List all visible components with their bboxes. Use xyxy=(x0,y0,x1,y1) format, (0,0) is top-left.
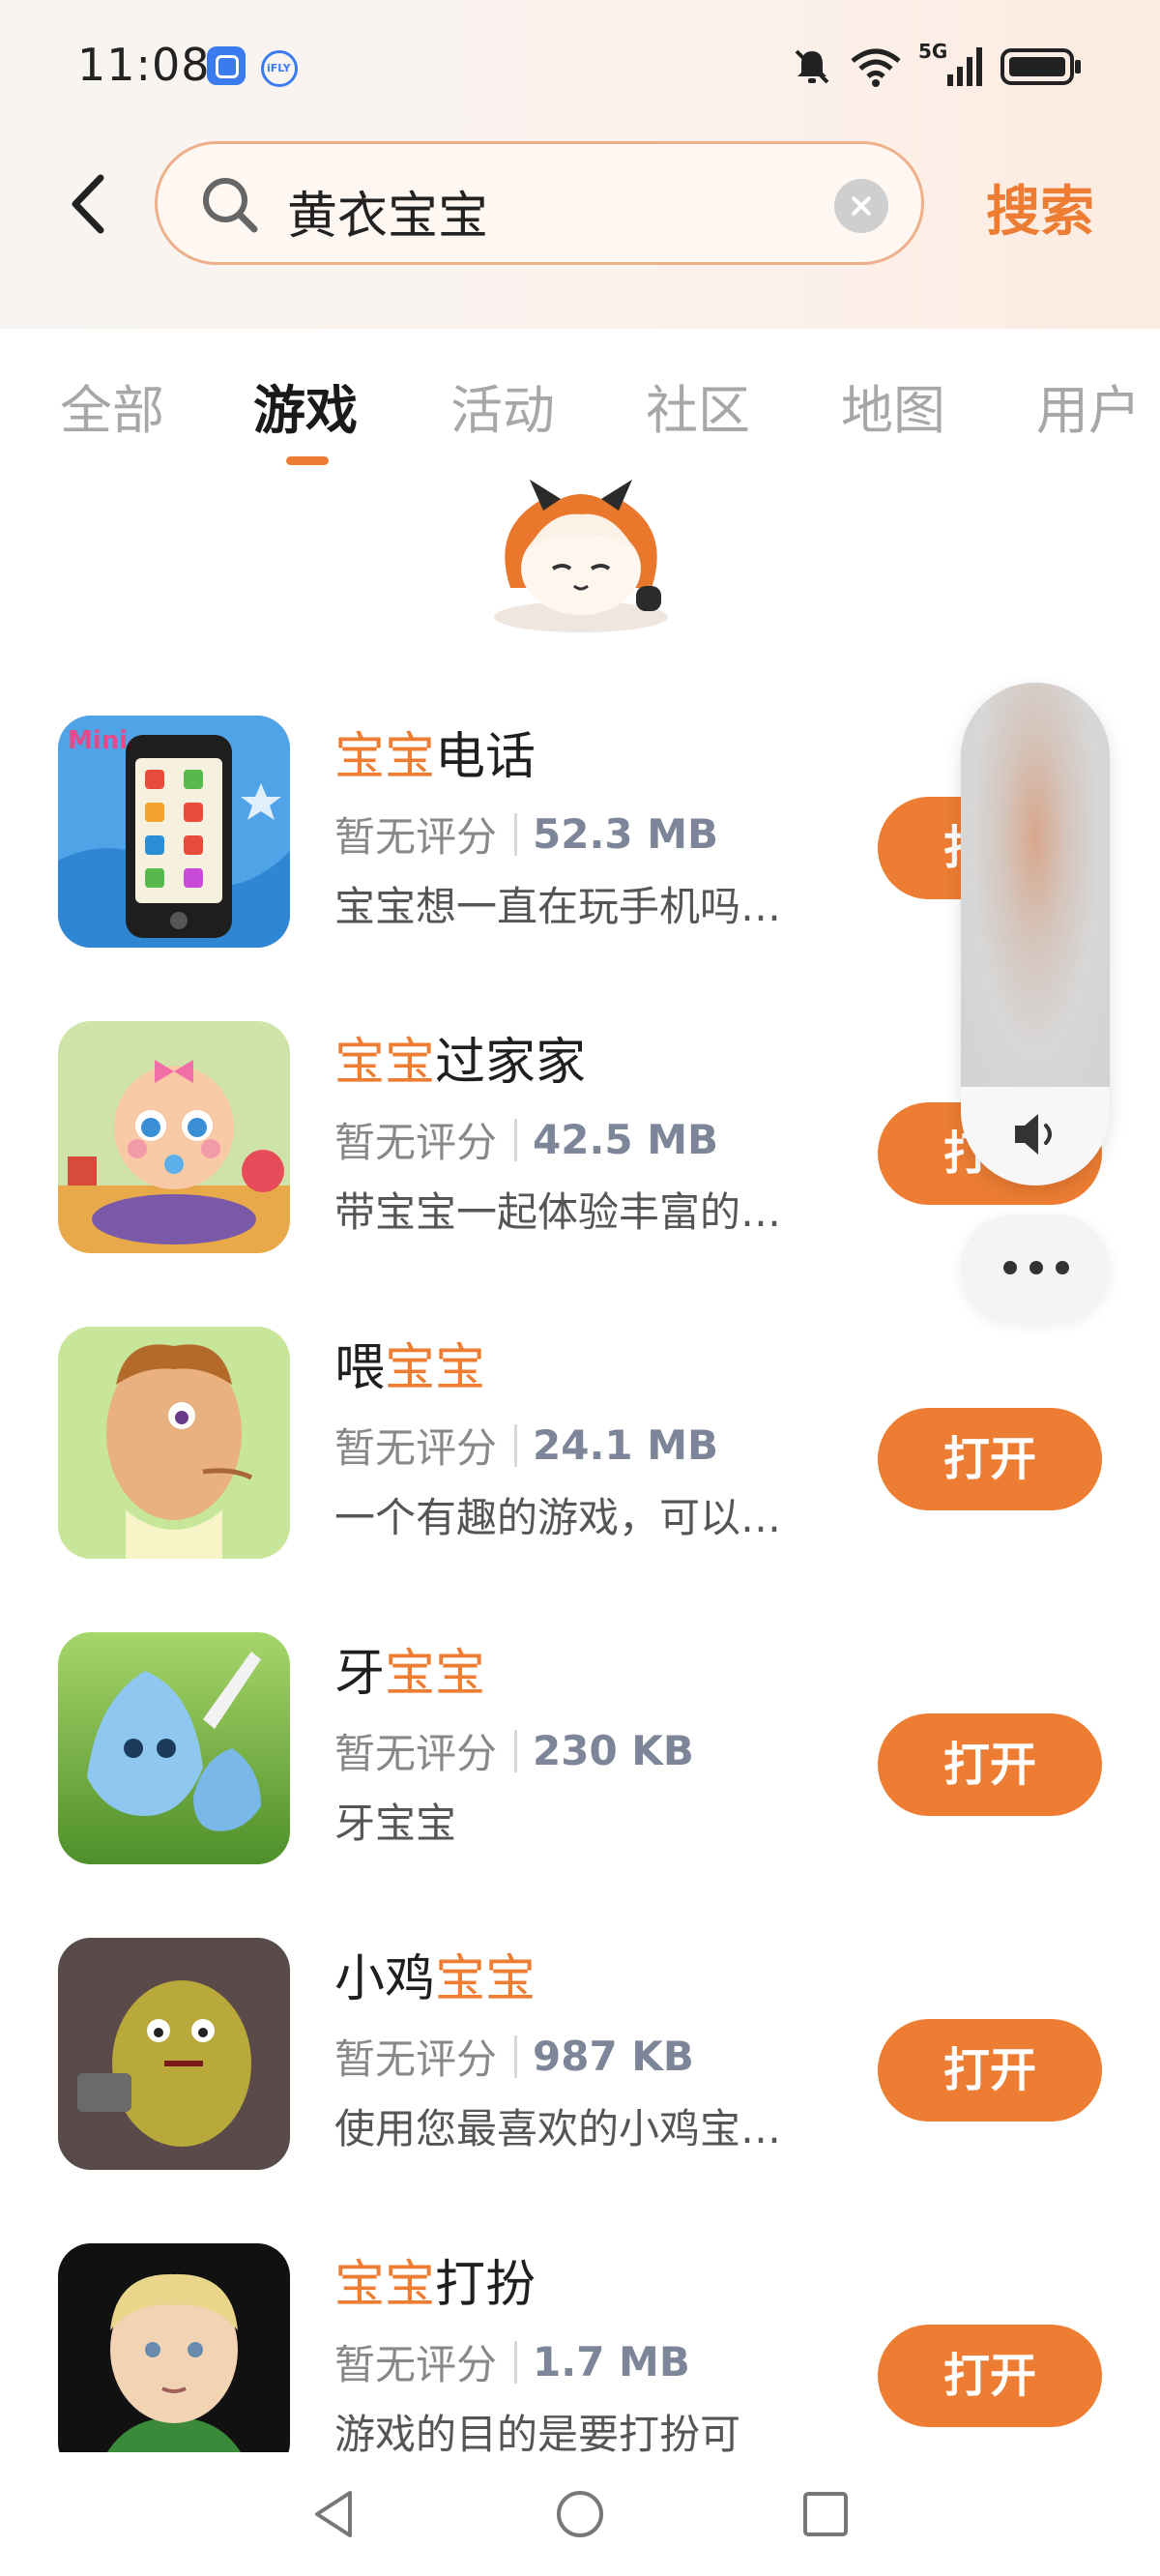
title-highlight: 宝宝 xyxy=(385,1645,486,1703)
tab-games[interactable]: 游戏 xyxy=(253,367,358,444)
meta-divider xyxy=(514,812,518,856)
title-highlight: 宝宝 xyxy=(334,1034,436,1092)
open-button[interactable]: 打开 xyxy=(878,1408,1102,1510)
ifly-label: iFLY xyxy=(267,62,291,74)
rating-text: 暂无评分 xyxy=(334,2341,498,2388)
active-tab-indicator xyxy=(286,456,329,465)
category-tabs: 全部 游戏 活动 社区 地图 用户 xyxy=(0,358,1160,464)
open-button[interactable]: 打开 xyxy=(878,2325,1102,2427)
speaker-icon[interactable] xyxy=(1005,1104,1065,1164)
volume-level-fill xyxy=(961,683,1110,1089)
nav-back-icon[interactable] xyxy=(307,2487,362,2541)
back-arrow-icon[interactable] xyxy=(64,170,112,238)
more-options-button[interactable] xyxy=(961,1215,1110,1321)
app-meta: 暂无评分 1.7 MB xyxy=(334,2332,690,2391)
app-meta: 暂无评分 24.1 MB xyxy=(334,1416,718,1475)
boy-avatar-icon xyxy=(58,2243,290,2475)
rating-text: 暂无评分 xyxy=(334,1119,498,1166)
app-description: 宝宝想一直在玩手机吗… xyxy=(334,883,782,930)
app-title: 宝宝电话 xyxy=(334,716,536,788)
app-title: 宝宝过家家 xyxy=(334,1021,586,1094)
meta-divider xyxy=(514,1729,518,1772)
app-meta: 暂无评分 987 KB xyxy=(334,2027,694,2086)
meta-divider xyxy=(514,1118,518,1161)
app-title: 宝宝打扮 xyxy=(334,2243,536,2316)
size-text: 230 KB xyxy=(533,1727,694,1774)
list-item[interactable]: 牙宝宝 暂无评分 230 KB 牙宝宝 打开 xyxy=(0,1632,1160,1938)
phone-toy-icon: Mini xyxy=(58,716,290,948)
app-description: 一个有趣的游戏，可以… xyxy=(334,1494,782,1541)
search-icon xyxy=(203,178,258,233)
app-description: 使用您最喜欢的小鸡宝… xyxy=(334,2105,782,2152)
status-bar: 11:08 iFLY 5G xyxy=(0,0,1160,135)
app-meta: 暂无评分 230 KB xyxy=(334,1721,694,1780)
size-text: 42.5 MB xyxy=(533,1116,719,1163)
title-prefix: 喂 xyxy=(334,1339,386,1397)
open-button[interactable]: 打开 xyxy=(878,2019,1102,2122)
size-text: 1.7 MB xyxy=(533,2338,690,2386)
size-text: 24.1 MB xyxy=(533,1421,719,1469)
title-rest: 过家家 xyxy=(435,1034,587,1092)
title-rest: 电话 xyxy=(435,728,536,786)
meta-divider xyxy=(514,2034,518,2078)
tab-events[interactable]: 活动 xyxy=(450,367,555,444)
more-dots-icon xyxy=(1003,1261,1069,1274)
app-title: 喂宝宝 xyxy=(334,1327,485,1399)
title-rest: 打扮 xyxy=(435,2256,536,2314)
app-title: 牙宝宝 xyxy=(334,1632,485,1705)
rating-text: 暂无评分 xyxy=(334,1730,498,1777)
status-time: 11:08 xyxy=(77,39,211,91)
app-meta: 暂无评分 52.3 MB xyxy=(334,805,718,864)
list-item[interactable]: 小鸡宝宝 暂无评分 987 KB 使用您最喜欢的小鸡宝… 打开 xyxy=(0,1938,1160,2243)
tooth-character-icon xyxy=(58,1632,290,1864)
app-title: 小鸡宝宝 xyxy=(334,1938,536,2010)
title-highlight: 宝宝 xyxy=(334,728,436,786)
list-item[interactable]: 喂宝宝 暂无评分 24.1 MB 一个有趣的游戏，可以… 打开 xyxy=(0,1327,1160,1632)
status-icons: 5G xyxy=(791,40,1083,91)
svg-text:Mini: Mini xyxy=(68,726,128,755)
app-description: 牙宝宝 xyxy=(334,1800,457,1847)
title-prefix: 小鸡 xyxy=(334,1950,436,2008)
search-query[interactable]: 黄衣宝宝 xyxy=(287,175,488,248)
chick-monster-icon xyxy=(58,1938,290,2170)
nav-home-icon[interactable] xyxy=(553,2487,607,2541)
rating-text: 暂无评分 xyxy=(334,1424,498,1472)
system-nav-bar xyxy=(0,2452,1160,2576)
app-description: 带宝宝一起体验丰富的… xyxy=(334,1188,782,1236)
mute-bell-icon xyxy=(795,49,829,84)
volume-slider[interactable] xyxy=(961,683,1110,1186)
meta-divider xyxy=(514,1423,518,1467)
app-notification-icon xyxy=(207,46,246,85)
rating-text: 暂无评分 xyxy=(334,2035,498,2083)
title-highlight: 宝宝 xyxy=(435,1950,536,2008)
wifi-icon xyxy=(851,48,901,87)
battery-icon xyxy=(1000,48,1081,85)
mascot-sleeping-icon xyxy=(494,480,668,632)
clear-search-icon[interactable] xyxy=(834,179,888,233)
tab-community[interactable]: 社区 xyxy=(646,367,750,444)
signal-icon: 5G xyxy=(918,40,984,88)
title-prefix: 牙 xyxy=(334,1645,386,1703)
meta-divider xyxy=(514,2340,518,2384)
tab-maps[interactable]: 地图 xyxy=(841,367,945,444)
size-text: 987 KB xyxy=(533,2033,694,2080)
tab-users[interactable]: 用户 xyxy=(1036,367,1141,444)
search-input[interactable]: 黄衣宝宝 xyxy=(155,141,924,265)
ifly-icon: iFLY xyxy=(261,50,298,87)
size-text: 52.3 MB xyxy=(533,810,719,858)
nav-recents-icon[interactable] xyxy=(798,2487,853,2541)
baby-girl-icon xyxy=(58,1021,290,1253)
title-highlight: 宝宝 xyxy=(385,1339,486,1397)
tab-all[interactable]: 全部 xyxy=(60,367,164,444)
cartoon-baby-icon xyxy=(58,1327,290,1559)
open-button[interactable]: 打开 xyxy=(878,1713,1102,1816)
app-meta: 暂无评分 42.5 MB xyxy=(334,1110,718,1169)
title-highlight: 宝宝 xyxy=(334,2256,436,2314)
search-button[interactable]: 搜索 xyxy=(986,168,1094,247)
rating-text: 暂无评分 xyxy=(334,813,498,861)
